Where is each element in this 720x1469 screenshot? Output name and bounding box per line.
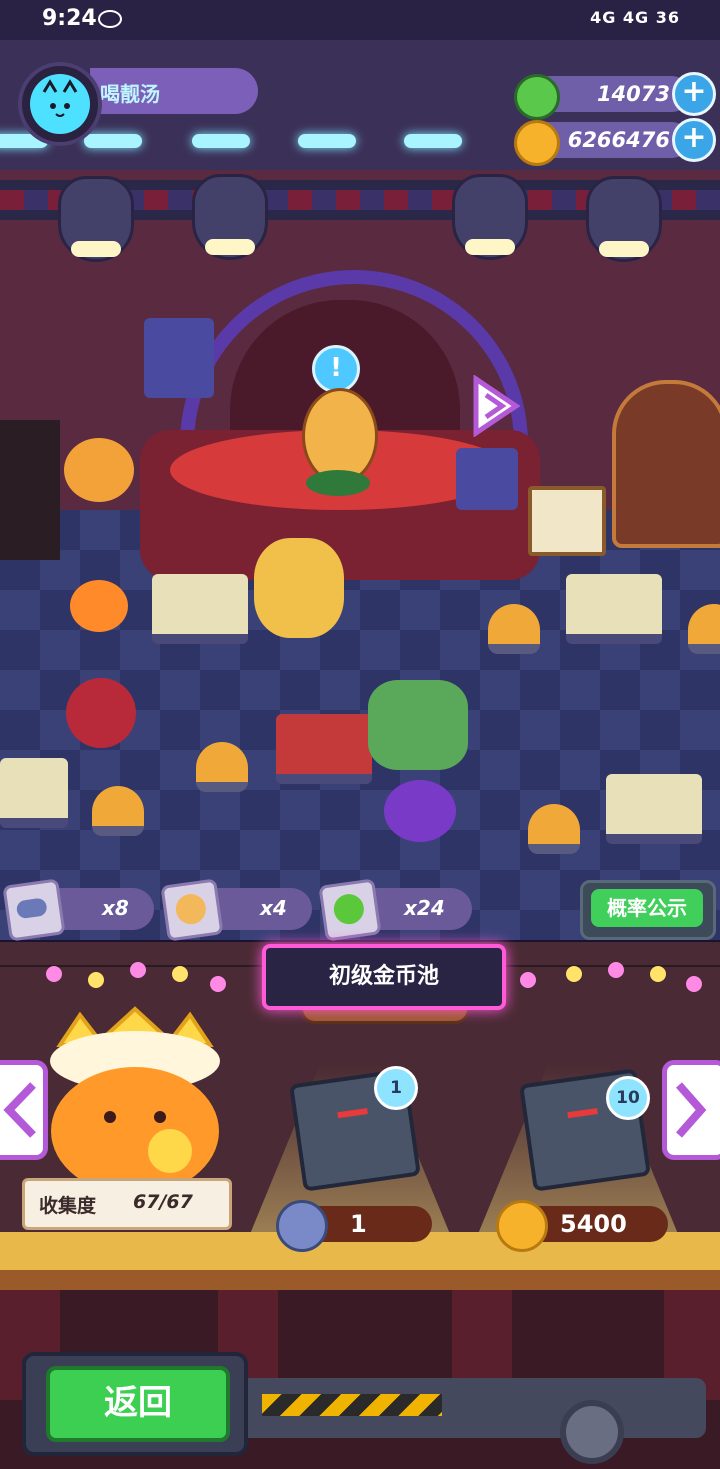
- marquee-light: [192, 134, 250, 148]
- alert-bubble[interactable]: !: [312, 345, 360, 393]
- green-gear-icon: [318, 878, 382, 942]
- light-bulb: [520, 972, 536, 988]
- ten-draw-cost-value: 5400: [560, 1210, 627, 1238]
- adventurer-character[interactable]: [254, 538, 344, 638]
- player-avatar[interactable]: [18, 62, 102, 146]
- currency-value-donut: 14073: [596, 82, 670, 106]
- pool-title: 初级金币池: [328, 964, 439, 989]
- speaker: [456, 448, 518, 510]
- pool-title-plate: 初级金币池: [262, 944, 506, 1010]
- status-indicators: 4G 4G 36: [590, 8, 680, 27]
- probability-button-label: 概率公示: [591, 889, 703, 927]
- crowned-orange-customer[interactable]: [70, 580, 128, 632]
- probability-button[interactable]: 概率公示: [580, 880, 716, 940]
- dining-table[interactable]: [606, 774, 702, 844]
- hazard-stripe: [262, 1394, 442, 1416]
- light-bulb: [172, 966, 188, 982]
- shelf-edge: [0, 1270, 720, 1290]
- collection-plate: 收集度 67/67: [22, 1178, 232, 1230]
- blue-capsule-icon: [276, 1200, 328, 1252]
- light-bulb: [88, 972, 104, 988]
- dining-table[interactable]: [152, 574, 248, 644]
- purple-octopus-customer[interactable]: [384, 780, 456, 842]
- crowned-orange-mascot: [40, 1005, 230, 1195]
- collection-value: 67/67: [133, 1191, 193, 1213]
- box-slot: [337, 1108, 368, 1119]
- currency-value-coin: 6266476: [567, 128, 670, 152]
- single-draw-badge: 1: [374, 1066, 418, 1110]
- add-coin-button[interactable]: +: [672, 118, 716, 162]
- spotlight-fixture: [586, 176, 662, 262]
- restaurant-stage-scene: !: [0, 170, 720, 940]
- jukebox[interactable]: [612, 380, 720, 548]
- light-bulb: [608, 962, 624, 978]
- dining-table[interactable]: [566, 574, 662, 644]
- marquee-light: [404, 134, 462, 148]
- back-button-frame: 返回: [22, 1352, 248, 1456]
- next-pool-button[interactable]: [662, 1060, 720, 1160]
- gold-cookie-icon: [160, 878, 224, 942]
- light-bulb: [686, 976, 702, 992]
- player-name: 喝靓汤: [100, 82, 160, 106]
- stool: [528, 804, 580, 854]
- gear-icon: [560, 1400, 624, 1464]
- light-bulb: [46, 966, 62, 982]
- collection-label: 收集度: [39, 1195, 97, 1217]
- light-bulb: [130, 962, 146, 978]
- status-time: 9:24: [42, 6, 97, 31]
- blue-capsule-icon: [2, 878, 66, 942]
- red-octopus-customer[interactable]: [66, 678, 136, 748]
- gold-planet-coin-icon: [496, 1200, 548, 1252]
- piano: [0, 420, 60, 560]
- dining-table[interactable]: [276, 714, 372, 784]
- chevron-left-icon: [3, 1082, 36, 1138]
- marquee-light: [84, 134, 142, 148]
- spotlight-fixture: [452, 174, 528, 260]
- add-donut-button[interactable]: +: [672, 72, 716, 116]
- single-draw-cost-value: 1: [350, 1210, 367, 1238]
- spotlight-fixture: [58, 176, 134, 262]
- speaker: [144, 318, 214, 398]
- stage-next-arrow-icon[interactable]: [468, 375, 520, 437]
- item-count-gear: x24: [404, 896, 445, 920]
- light-bulb: [566, 966, 582, 982]
- item-count-capsule: x8: [102, 896, 129, 920]
- back-button[interactable]: 返回: [46, 1366, 230, 1442]
- chevron-right-icon: [675, 1082, 707, 1138]
- light-bulb: [650, 966, 666, 982]
- status-bar: 9:24 4G 4G 36: [0, 0, 720, 40]
- stool: [92, 786, 144, 836]
- singer-stool: [306, 470, 370, 496]
- stool: [488, 604, 540, 654]
- box-slot: [567, 1108, 598, 1119]
- orange-bird-customer[interactable]: [64, 438, 134, 502]
- eye-icon: [98, 10, 122, 28]
- spotlight-fixture: [192, 174, 268, 260]
- marquee-light: [298, 134, 356, 148]
- ten-draw-badge: 10: [606, 1076, 650, 1120]
- light-bulb: [210, 976, 226, 992]
- stool: [196, 742, 248, 792]
- menu-board: [528, 486, 606, 556]
- dining-table[interactable]: [0, 758, 68, 828]
- green-king-customer[interactable]: [368, 680, 468, 770]
- item-count-cookie: x4: [260, 896, 287, 920]
- cat-avatar-icon: [30, 74, 90, 134]
